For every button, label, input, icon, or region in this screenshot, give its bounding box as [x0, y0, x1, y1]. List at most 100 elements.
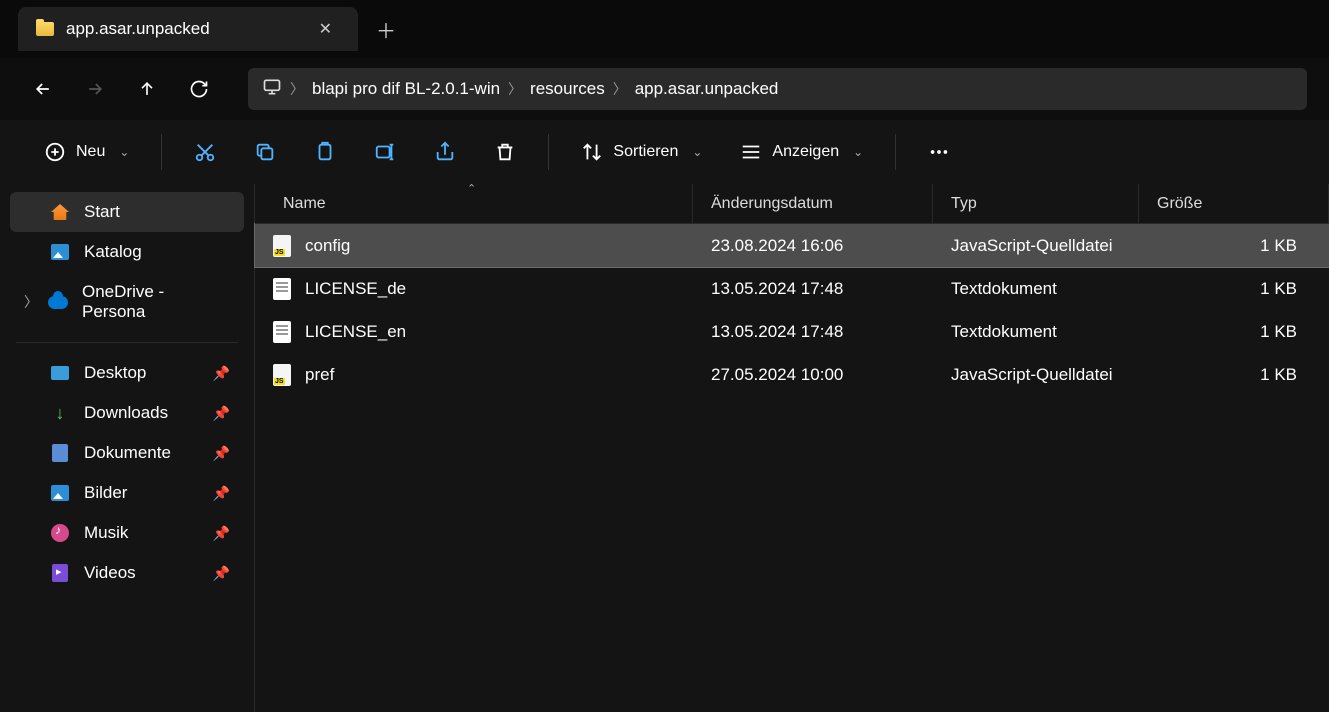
file-date: 13.05.2024 17:48 [693, 279, 933, 299]
tab-title: app.asar.unpacked [66, 19, 299, 39]
file-size: 1 KB [1139, 236, 1329, 256]
breadcrumb-item[interactable]: resources [530, 79, 605, 99]
file-name: config [305, 236, 350, 256]
file-type: JavaScript-Quelldatei [933, 236, 1139, 256]
sidebar-item-label: Downloads [84, 403, 168, 423]
pin-icon: 📌 [213, 365, 230, 382]
rename-button[interactable] [362, 129, 408, 175]
file-row[interactable]: LICENSE_de 13.05.2024 17:48Textdokument1 … [255, 267, 1329, 310]
sort-indicator-icon: ⌃ [467, 182, 476, 195]
img-icon [50, 483, 70, 503]
separator [548, 134, 549, 170]
sidebar: Start Katalog 〉 OneDrive - Persona Desktop 📌 ↓… [0, 184, 255, 712]
file-name: LICENSE_de [305, 279, 406, 299]
sidebar-item-dokumente[interactable]: Dokumente 📌 [10, 433, 244, 473]
new-tab-button[interactable]: ＋ [366, 9, 406, 49]
file-row[interactable]: pref 27.05.2024 10:00JavaScript-Quelldate… [255, 353, 1329, 396]
sidebar-item-label: Bilder [84, 483, 127, 503]
refresh-button[interactable] [178, 68, 220, 110]
sidebar-item-label: Dokumente [84, 443, 171, 463]
breadcrumb-item[interactable]: blapi pro dif BL-2.0.1-win [312, 79, 500, 99]
sidebar-item-desktop[interactable]: Desktop 📌 [10, 353, 244, 393]
file-size: 1 KB [1139, 322, 1329, 342]
column-header-type[interactable]: Typ [933, 184, 1139, 223]
address-bar[interactable]: 〉 blapi pro dif BL-2.0.1-win 〉 resources… [248, 68, 1307, 110]
view-label: Anzeigen [772, 143, 839, 161]
toolbar: Neu ⌄ Sortieren ⌄ Anzeigen ⌄ [0, 120, 1329, 184]
sidebar-item-downloads[interactable]: ↓Downloads📌 [10, 393, 244, 433]
pin-icon: 📌 [213, 485, 230, 502]
home-icon [50, 202, 70, 222]
chevron-right-icon[interactable]: 〉 [508, 79, 522, 99]
file-type: Textdokument [933, 279, 1139, 299]
sidebar-item-bilder[interactable]: Bilder 📌 [10, 473, 244, 513]
file-type: JavaScript-Quelldatei [933, 365, 1139, 385]
sidebar-item-label: Katalog [84, 242, 142, 262]
file-date: 27.05.2024 10:00 [693, 365, 933, 385]
file-icon [273, 278, 291, 300]
sort-button[interactable]: Sortieren ⌄ [569, 133, 714, 171]
new-label: Neu [76, 143, 105, 161]
file-name: LICENSE_en [305, 322, 406, 342]
file-name: pref [305, 365, 334, 385]
copy-button[interactable] [242, 129, 288, 175]
tab-bar: app.asar.unpacked ✕ ＋ [0, 0, 1329, 58]
img-icon [50, 242, 70, 262]
more-button[interactable] [916, 129, 962, 175]
up-button[interactable] [126, 68, 168, 110]
folder-icon [36, 22, 54, 36]
file-icon [273, 321, 291, 343]
column-header-size[interactable]: Größe [1139, 184, 1329, 223]
sidebar-item-videos[interactable]: Videos📌 [10, 553, 244, 593]
column-headers: ⌃ Name Änderungsdatum Typ Größe [255, 184, 1329, 224]
file-date: 23.08.2024 16:06 [693, 236, 933, 256]
chevron-right-icon[interactable]: 〉 [613, 79, 627, 99]
file-size: 1 KB [1139, 365, 1329, 385]
file-size: 1 KB [1139, 279, 1329, 299]
doc-icon [50, 443, 70, 463]
sidebar-item-label: Videos [84, 563, 136, 583]
pin-icon: 📌 [213, 445, 230, 462]
breadcrumb-item[interactable]: app.asar.unpacked [635, 79, 779, 99]
chevron-right-icon[interactable]: 〉 [24, 292, 38, 312]
separator [16, 342, 238, 343]
video-icon [50, 563, 70, 583]
dl-icon: ↓ [50, 403, 70, 423]
cloud-icon [48, 292, 68, 312]
new-button[interactable]: Neu ⌄ [32, 133, 141, 171]
share-button[interactable] [422, 129, 468, 175]
view-button[interactable]: Anzeigen ⌄ [728, 133, 875, 171]
pin-icon: 📌 [213, 525, 230, 542]
sidebar-item-katalog[interactable]: Katalog [10, 232, 244, 272]
chevron-down-icon: ⌄ [119, 145, 129, 159]
chevron-down-icon: ⌄ [853, 145, 863, 159]
music-icon [50, 523, 70, 543]
file-date: 13.05.2024 17:48 [693, 322, 933, 342]
sidebar-item-label: Start [84, 202, 120, 222]
file-list-area: ⌃ Name Änderungsdatum Typ Größe config 23… [255, 184, 1329, 712]
sidebar-item-label: OneDrive - Persona [82, 282, 230, 322]
forward-button[interactable] [74, 68, 116, 110]
file-icon [273, 235, 291, 257]
desktop-icon [50, 363, 70, 383]
cut-button[interactable] [182, 129, 228, 175]
file-row[interactable]: config 23.08.2024 16:06JavaScript-Quellda… [255, 224, 1329, 267]
sort-label: Sortieren [613, 143, 678, 161]
chevron-down-icon: ⌄ [692, 145, 702, 159]
tab-active[interactable]: app.asar.unpacked ✕ [18, 7, 358, 51]
sidebar-item-onedrive---persona[interactable]: 〉 OneDrive - Persona [10, 272, 244, 332]
back-button[interactable] [22, 68, 64, 110]
file-row[interactable]: LICENSE_en13.05.2024 17:48Textdokument1 … [255, 310, 1329, 353]
sidebar-item-musik[interactable]: Musik 📌 [10, 513, 244, 553]
separator [161, 134, 162, 170]
sidebar-item-start[interactable]: Start [10, 192, 244, 232]
paste-button[interactable] [302, 129, 348, 175]
column-header-date[interactable]: Änderungsdatum [693, 184, 933, 223]
sidebar-item-label: Desktop [84, 363, 146, 383]
file-icon [273, 364, 291, 386]
delete-button[interactable] [482, 129, 528, 175]
sidebar-item-label: Musik [84, 523, 128, 543]
main-area: Start Katalog 〉 OneDrive - Persona Desktop 📌 ↓… [0, 184, 1329, 712]
close-tab-button[interactable]: ✕ [311, 15, 340, 43]
chevron-right-icon[interactable]: 〉 [290, 79, 304, 99]
